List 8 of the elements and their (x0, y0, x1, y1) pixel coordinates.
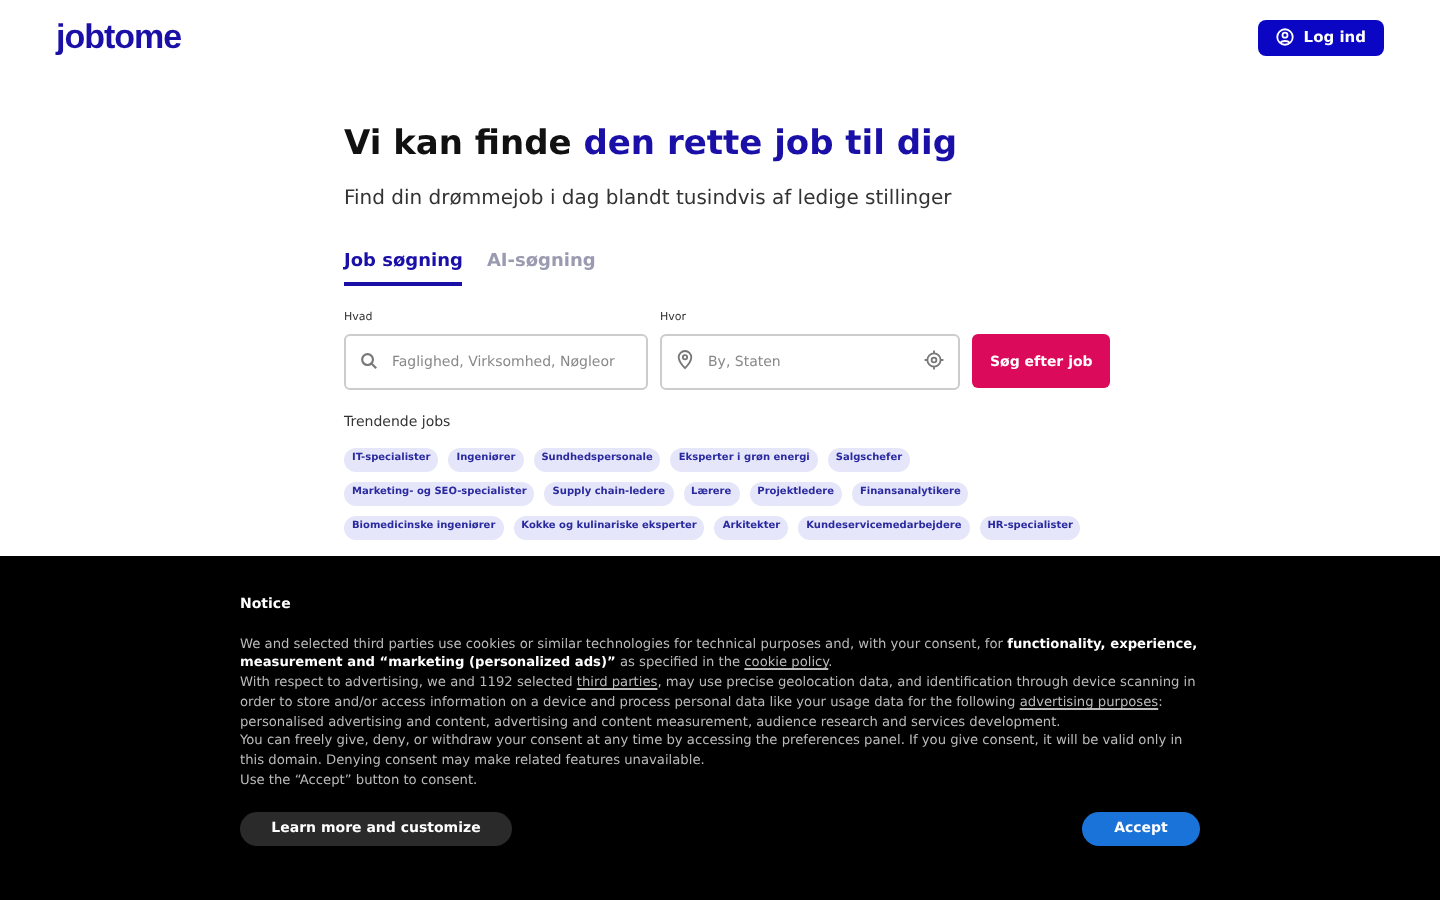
subtitle: Find din drømmejob i dag blandt tusindvis af ledige stillinger (344, 185, 954, 213)
tab[interactable]: Job søgning (344, 249, 463, 286)
headline: Vi kan finde den rette job til dig (344, 122, 960, 168)
locate-icon (924, 350, 944, 371)
user-icon (1275, 28, 1294, 46)
location-pin-icon (676, 350, 694, 371)
logo[interactable]: jobtome (56, 11, 182, 63)
search-icon (360, 351, 378, 370)
